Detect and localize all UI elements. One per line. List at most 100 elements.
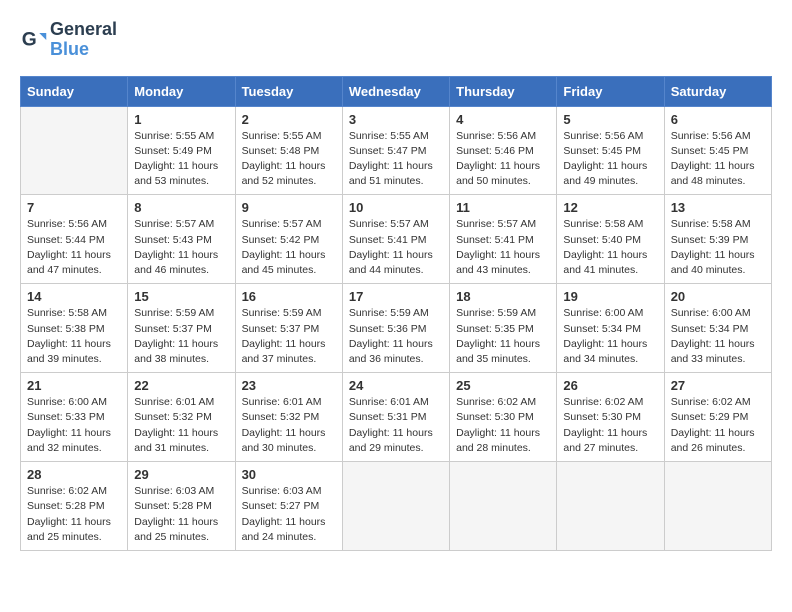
day-detail: Sunrise: 5:55 AMSunset: 5:49 PMDaylight:… xyxy=(134,129,228,190)
day-detail: Sunrise: 5:56 AMSunset: 5:44 PMDaylight:… xyxy=(27,217,121,278)
logo-line2: Blue xyxy=(50,40,117,60)
logo-line1: General xyxy=(50,20,117,40)
calendar-table: SundayMondayTuesdayWednesdayThursdayFrid… xyxy=(20,76,772,551)
calendar-cell: 2Sunrise: 5:55 AMSunset: 5:48 PMDaylight… xyxy=(235,106,342,195)
day-detail: Sunrise: 6:00 AMSunset: 5:33 PMDaylight:… xyxy=(27,395,121,456)
day-detail: Sunrise: 5:57 AMSunset: 5:43 PMDaylight:… xyxy=(134,217,228,278)
calendar-cell: 14 Sunrise: 5:58 AMSunset: 5:38 PMDayligh… xyxy=(21,284,128,373)
day-number: 30 xyxy=(242,467,336,482)
day-detail: Sunrise: 6:02 AMSunset: 5:28 PMDaylight:… xyxy=(27,484,121,545)
day-number: 6 xyxy=(671,112,765,127)
day-number: 28 xyxy=(27,467,121,482)
day-number: 23 xyxy=(242,378,336,393)
col-header-wednesday: Wednesday xyxy=(342,76,449,106)
logo-icon: G xyxy=(20,26,48,54)
calendar-cell: 7Sunrise: 5:56 AMSunset: 5:44 PMDaylight… xyxy=(21,195,128,284)
calendar-cell: 13 Sunrise: 5:58 AMSunset: 5:39 PMDayligh… xyxy=(664,195,771,284)
day-number: 5 xyxy=(563,112,657,127)
page-header: G General Blue xyxy=(20,20,772,60)
calendar-cell: 18Sunrise: 5:59 AMSunset: 5:35 PMDayligh… xyxy=(450,284,557,373)
col-header-tuesday: Tuesday xyxy=(235,76,342,106)
day-number: 8 xyxy=(134,200,228,215)
calendar-cell: 27Sunrise: 6:02 AMSunset: 5:29 PMDayligh… xyxy=(664,373,771,462)
calendar-cell: 21 Sunrise: 6:00 AMSunset: 5:33 PMDayligh… xyxy=(21,373,128,462)
day-detail: Sunrise: 5:57 AMSunset: 5:41 PMDaylight:… xyxy=(349,217,443,278)
calendar-cell: 16 Sunrise: 5:59 AMSunset: 5:37 PMDayligh… xyxy=(235,284,342,373)
day-detail: Sunrise: 5:58 AMSunset: 5:39 PMDaylight:… xyxy=(671,217,765,278)
day-detail: Sunrise: 5:56 AMSunset: 5:46 PMDaylight:… xyxy=(456,129,550,190)
day-number: 27 xyxy=(671,378,765,393)
calendar-cell: 22Sunrise: 6:01 AMSunset: 5:32 PMDayligh… xyxy=(128,373,235,462)
day-number: 21 xyxy=(27,378,121,393)
day-number: 14 xyxy=(27,289,121,304)
logo: G General Blue xyxy=(20,20,117,60)
calendar-cell: 11 Sunrise: 5:57 AMSunset: 5:41 PMDayligh… xyxy=(450,195,557,284)
calendar-cell: 20 Sunrise: 6:00 AMSunset: 5:34 PMDayligh… xyxy=(664,284,771,373)
col-header-thursday: Thursday xyxy=(450,76,557,106)
day-detail: Sunrise: 5:57 AMSunset: 5:41 PMDaylight:… xyxy=(456,217,550,278)
day-number: 26 xyxy=(563,378,657,393)
calendar-cell: 6 Sunrise: 5:56 AMSunset: 5:45 PMDaylight… xyxy=(664,106,771,195)
calendar-cell: 17 Sunrise: 5:59 AMSunset: 5:36 PMDayligh… xyxy=(342,284,449,373)
day-number: 24 xyxy=(349,378,443,393)
day-detail: Sunrise: 6:01 AMSunset: 5:32 PMDaylight:… xyxy=(242,395,336,456)
day-number: 12 xyxy=(563,200,657,215)
day-detail: Sunrise: 6:03 AMSunset: 5:28 PMDaylight:… xyxy=(134,484,228,545)
day-number: 9 xyxy=(242,200,336,215)
day-detail: Sunrise: 5:56 AMSunset: 5:45 PMDaylight:… xyxy=(563,129,657,190)
day-number: 20 xyxy=(671,289,765,304)
day-number: 18 xyxy=(456,289,550,304)
day-detail: Sunrise: 6:00 AMSunset: 5:34 PMDaylight:… xyxy=(671,306,765,367)
day-detail: Sunrise: 6:03 AMSunset: 5:27 PMDaylight:… xyxy=(242,484,336,545)
day-number: 25 xyxy=(456,378,550,393)
calendar-cell: 9 Sunrise: 5:57 AMSunset: 5:42 PMDaylight… xyxy=(235,195,342,284)
day-detail: Sunrise: 5:56 AMSunset: 5:45 PMDaylight:… xyxy=(671,129,765,190)
calendar-cell: 8 Sunrise: 5:57 AMSunset: 5:43 PMDaylight… xyxy=(128,195,235,284)
calendar-cell: 28 Sunrise: 6:02 AMSunset: 5:28 PMDayligh… xyxy=(21,462,128,551)
day-detail: Sunrise: 6:01 AMSunset: 5:32 PMDaylight:… xyxy=(134,395,228,456)
calendar-cell: 26 Sunrise: 6:02 AMSunset: 5:30 PMDayligh… xyxy=(557,373,664,462)
calendar-cell: 30 Sunrise: 6:03 AMSunset: 5:27 PMDayligh… xyxy=(235,462,342,551)
day-detail: Sunrise: 5:59 AMSunset: 5:37 PMDaylight:… xyxy=(242,306,336,367)
day-detail: Sunrise: 5:55 AMSunset: 5:47 PMDaylight:… xyxy=(349,129,443,190)
day-detail: Sunrise: 6:02 AMSunset: 5:30 PMDaylight:… xyxy=(456,395,550,456)
col-header-monday: Monday xyxy=(128,76,235,106)
day-number: 4 xyxy=(456,112,550,127)
calendar-cell: 19 Sunrise: 6:00 AMSunset: 5:34 PMDayligh… xyxy=(557,284,664,373)
day-detail: Sunrise: 6:02 AMSunset: 5:30 PMDaylight:… xyxy=(563,395,657,456)
calendar-cell xyxy=(664,462,771,551)
day-detail: Sunrise: 5:58 AMSunset: 5:38 PMDaylight:… xyxy=(27,306,121,367)
day-detail: Sunrise: 5:59 AMSunset: 5:36 PMDaylight:… xyxy=(349,306,443,367)
col-header-saturday: Saturday xyxy=(664,76,771,106)
day-detail: Sunrise: 5:59 AMSunset: 5:37 PMDaylight:… xyxy=(134,306,228,367)
calendar-cell: 1 Sunrise: 5:55 AMSunset: 5:49 PMDaylight… xyxy=(128,106,235,195)
calendar-cell: 10 Sunrise: 5:57 AMSunset: 5:41 PMDayligh… xyxy=(342,195,449,284)
day-detail: Sunrise: 6:01 AMSunset: 5:31 PMDaylight:… xyxy=(349,395,443,456)
calendar-cell: 15 Sunrise: 5:59 AMSunset: 5:37 PMDayligh… xyxy=(128,284,235,373)
day-number: 10 xyxy=(349,200,443,215)
day-number: 29 xyxy=(134,467,228,482)
col-header-sunday: Sunday xyxy=(21,76,128,106)
day-detail: Sunrise: 6:00 AMSunset: 5:34 PMDaylight:… xyxy=(563,306,657,367)
day-detail: Sunrise: 5:57 AMSunset: 5:42 PMDaylight:… xyxy=(242,217,336,278)
day-number: 16 xyxy=(242,289,336,304)
day-number: 19 xyxy=(563,289,657,304)
calendar-cell: 3Sunrise: 5:55 AMSunset: 5:47 PMDaylight… xyxy=(342,106,449,195)
calendar-cell xyxy=(342,462,449,551)
day-number: 13 xyxy=(671,200,765,215)
calendar-cell: 24 Sunrise: 6:01 AMSunset: 5:31 PMDayligh… xyxy=(342,373,449,462)
calendar-cell xyxy=(450,462,557,551)
day-number: 15 xyxy=(134,289,228,304)
calendar-cell: 23 Sunrise: 6:01 AMSunset: 5:32 PMDayligh… xyxy=(235,373,342,462)
calendar-cell: 29 Sunrise: 6:03 AMSunset: 5:28 PMDayligh… xyxy=(128,462,235,551)
day-detail: Sunrise: 5:58 AMSunset: 5:40 PMDaylight:… xyxy=(563,217,657,278)
calendar-cell: 25 Sunrise: 6:02 AMSunset: 5:30 PMDayligh… xyxy=(450,373,557,462)
calendar-cell: 12 Sunrise: 5:58 AMSunset: 5:40 PMDayligh… xyxy=(557,195,664,284)
calendar-cell: 5 Sunrise: 5:56 AMSunset: 5:45 PMDaylight… xyxy=(557,106,664,195)
day-number: 1 xyxy=(134,112,228,127)
col-header-friday: Friday xyxy=(557,76,664,106)
svg-text:G: G xyxy=(22,29,37,50)
calendar-cell xyxy=(557,462,664,551)
day-number: 17 xyxy=(349,289,443,304)
day-number: 11 xyxy=(456,200,550,215)
